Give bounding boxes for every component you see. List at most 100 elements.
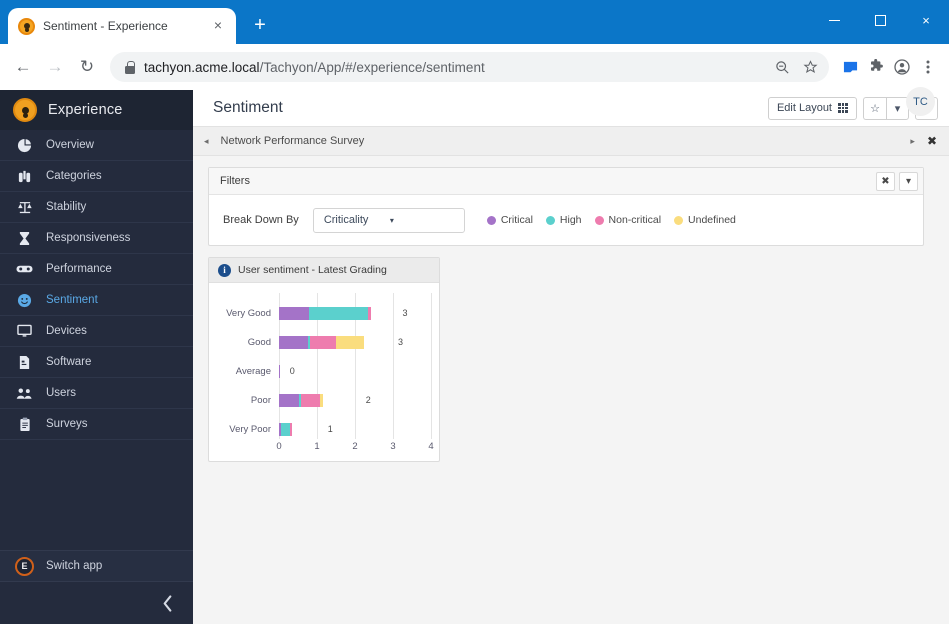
legend-label: High bbox=[559, 214, 582, 226]
address-bar[interactable]: tachyon.acme.local/Tachyon/App/#/experie… bbox=[110, 52, 829, 82]
sentiment-chart-panel: i User sentiment - Latest Grading Very G… bbox=[208, 257, 440, 462]
filters-collapse-icon[interactable]: ▾ bbox=[899, 171, 918, 191]
filters-panel-header: Filters ✖ ▾ bbox=[209, 168, 923, 195]
legend-item-high[interactable]: High bbox=[545, 214, 582, 226]
info-icon[interactable]: i bbox=[218, 263, 231, 277]
chart-bar-segment[interactable] bbox=[279, 394, 300, 407]
brand-header: Experience bbox=[0, 90, 193, 130]
sidebar-item-categories[interactable]: Categories bbox=[0, 161, 193, 192]
chart-y-label: Very Good bbox=[226, 308, 271, 319]
maximize-icon[interactable] bbox=[857, 4, 903, 36]
sidebar-item-stability[interactable]: Stability bbox=[0, 192, 193, 223]
breadcrumb-prev-icon[interactable]: ◂ bbox=[204, 136, 209, 147]
clipboard-icon bbox=[16, 417, 33, 432]
user-circle-icon bbox=[18, 17, 35, 35]
back-icon[interactable]: ← bbox=[8, 52, 38, 82]
chart-bar-segment[interactable] bbox=[301, 394, 320, 407]
sidebar-item-label: Overview bbox=[46, 139, 94, 151]
chrome-menu-icon[interactable] bbox=[915, 54, 941, 80]
edit-layout-button[interactable]: Edit Layout bbox=[767, 96, 857, 120]
chart-row: Good 3 bbox=[217, 328, 431, 357]
chart-x-tick: 2 bbox=[352, 441, 358, 452]
chart-x-tick: 4 bbox=[428, 441, 434, 452]
sidebar-item-users[interactable]: Users bbox=[0, 378, 193, 409]
collapse-sidebar-button[interactable] bbox=[0, 582, 193, 624]
chart-bar-segment[interactable] bbox=[310, 336, 336, 349]
chart-bar-segment[interactable] bbox=[280, 423, 290, 436]
page-title: Sentiment bbox=[213, 99, 283, 116]
sidebar-item-devices[interactable]: Devices bbox=[0, 316, 193, 347]
chart-stacked-bar[interactable] bbox=[279, 307, 398, 320]
favorite-star-icon[interactable]: ☆ bbox=[863, 96, 886, 120]
binoculars-icon bbox=[16, 169, 33, 184]
chart-bar-track: 0 bbox=[279, 357, 431, 386]
extensions-puzzle-icon[interactable] bbox=[863, 54, 889, 80]
monitor-icon bbox=[16, 324, 33, 339]
tab-title: Sentiment - Experience bbox=[43, 19, 168, 33]
sidebar-item-label: Sentiment bbox=[46, 294, 98, 306]
chart-stacked-bar[interactable] bbox=[279, 365, 285, 378]
sidebar-item-label: Performance bbox=[46, 263, 112, 275]
chart-bar-segment[interactable] bbox=[289, 423, 292, 436]
scales-icon bbox=[16, 200, 33, 215]
chevron-left-icon bbox=[163, 594, 172, 612]
sidebar-item-performance[interactable]: Performance bbox=[0, 254, 193, 285]
breadcrumb-close-icon[interactable]: ✖ bbox=[927, 134, 937, 148]
sidebar-item-surveys[interactable]: Surveys bbox=[0, 409, 193, 440]
new-tab-button[interactable]: + bbox=[246, 12, 274, 40]
sidebar-item-responsiveness[interactable]: Responsiveness bbox=[0, 223, 193, 254]
sidebar-item-overview[interactable]: Overview bbox=[0, 130, 193, 161]
chart-bar-segment[interactable] bbox=[279, 336, 308, 349]
lock-icon bbox=[124, 60, 136, 74]
reload-icon[interactable]: ↻ bbox=[72, 52, 102, 82]
chart-bar-segment[interactable] bbox=[279, 307, 309, 320]
filters-close-icon[interactable]: ✖ bbox=[876, 171, 895, 191]
legend-label: Non-critical bbox=[608, 214, 662, 226]
breadcrumb-label[interactable]: Network Performance Survey bbox=[221, 135, 899, 147]
chart-row: Very Good 3 bbox=[217, 299, 431, 328]
switch-app-button[interactable]: E Switch app bbox=[0, 550, 193, 582]
switch-app-label: Switch app bbox=[46, 560, 103, 572]
avatar[interactable]: TC bbox=[906, 87, 935, 116]
chart-bar-track: 3 bbox=[279, 328, 431, 357]
breadcrumb-next-icon[interactable]: ▸ bbox=[910, 136, 915, 147]
close-icon[interactable]: × bbox=[903, 4, 949, 36]
forward-icon[interactable]: → bbox=[40, 52, 70, 82]
bar-chart: Very Good 3 Good 3 Average 0 Poor 2 Very Poor 1 0… bbox=[217, 293, 434, 461]
chart-stacked-bar[interactable] bbox=[279, 423, 323, 436]
cast-icon[interactable] bbox=[837, 54, 863, 80]
sidebar-item-sentiment[interactable]: Sentiment bbox=[0, 285, 193, 316]
profile-avatar-icon[interactable] bbox=[889, 54, 915, 80]
browser-tab[interactable]: Sentiment - Experience × bbox=[8, 8, 236, 44]
sidebar: Experience Overview Categories Stability… bbox=[0, 90, 193, 624]
browser-toolbar: ← → ↻ tachyon.acme.local/Tachyon/App/#/e… bbox=[0, 44, 949, 90]
gridline bbox=[431, 293, 432, 439]
chart-stacked-bar[interactable] bbox=[279, 336, 393, 349]
chart-title: User sentiment - Latest Grading bbox=[238, 264, 387, 276]
zoom-out-icon[interactable] bbox=[769, 54, 795, 80]
sidebar-item-label: Responsiveness bbox=[46, 232, 131, 244]
bookmark-star-icon[interactable] bbox=[797, 54, 823, 80]
close-icon[interactable]: × bbox=[210, 18, 226, 34]
minimize-icon[interactable] bbox=[811, 4, 857, 36]
legend-item-critical[interactable]: Critical bbox=[486, 214, 533, 226]
break-down-by-label: Break Down By bbox=[223, 214, 299, 226]
chart-x-tick: 3 bbox=[390, 441, 396, 452]
legend-item-non-critical[interactable]: Non-critical bbox=[594, 214, 662, 226]
chart-row: Average 0 bbox=[217, 357, 431, 386]
chart-stacked-bar[interactable] bbox=[279, 394, 361, 407]
chart-bar-segment[interactable] bbox=[308, 307, 368, 320]
chevron-down-icon: ▾ bbox=[389, 215, 394, 225]
chart-bar-segment[interactable] bbox=[319, 394, 323, 407]
chart-bar-segment[interactable] bbox=[335, 336, 365, 349]
sidebar-item-label: Users bbox=[46, 387, 77, 399]
sidebar-item-label: Surveys bbox=[46, 418, 88, 430]
chart-bar-segment[interactable] bbox=[367, 307, 372, 320]
window-controls: × bbox=[811, 0, 949, 40]
break-down-by-select[interactable]: Criticality ▾ bbox=[312, 207, 465, 233]
app-logo-icon bbox=[13, 98, 37, 122]
brand-name: Experience bbox=[48, 102, 123, 118]
sidebar-item-software[interactable]: Software bbox=[0, 347, 193, 378]
dashboard-content: Filters ✖ ▾ Break Down By Criticality ▾ bbox=[193, 156, 949, 624]
legend-item-undefined[interactable]: Undefined bbox=[674, 214, 736, 226]
